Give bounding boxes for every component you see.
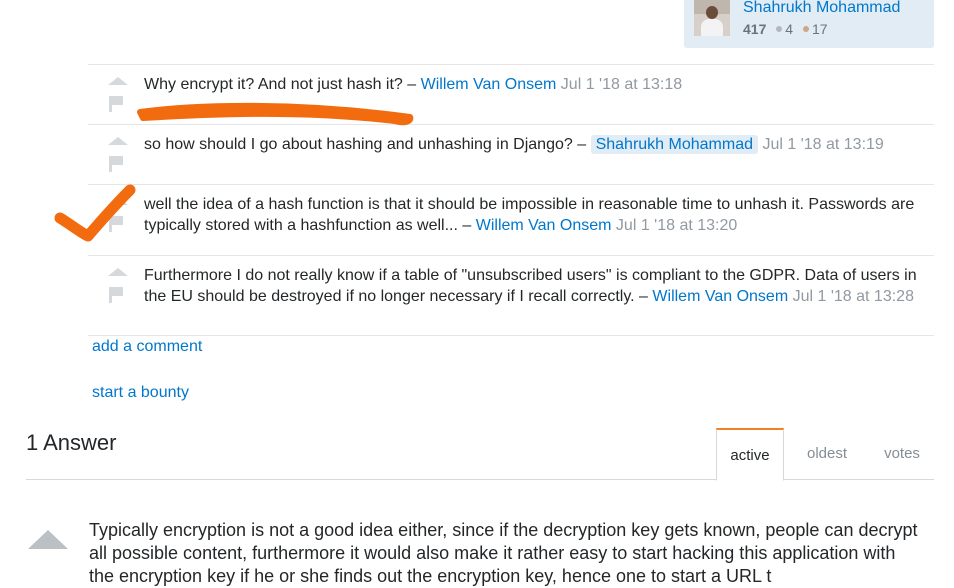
- comment-text: so how should I go about hashing and unh…: [144, 136, 587, 153]
- comment-actions: [108, 77, 132, 112]
- comment-author-link[interactable]: Willem Van Onsem: [476, 217, 612, 234]
- flag-icon[interactable]: [108, 96, 124, 112]
- answer-upvote-icon[interactable]: [28, 530, 68, 549]
- flag-icon[interactable]: [108, 216, 124, 232]
- comment-author-link[interactable]: Willem Van Onsem: [421, 76, 557, 93]
- divider: [26, 479, 934, 480]
- comment-timestamp[interactable]: Jul 1 '18 at 13:18: [561, 76, 682, 93]
- tab-votes[interactable]: votes: [874, 428, 930, 479]
- comment-text: Why encrypt it? And not just hash it? –: [144, 76, 417, 93]
- comment-upvote-icon[interactable]: [108, 268, 128, 276]
- comment: Why encrypt it? And not just hash it? – …: [88, 64, 934, 124]
- flag-icon[interactable]: [108, 156, 124, 172]
- comment-timestamp[interactable]: Jul 1 '18 at 13:20: [616, 217, 737, 234]
- comment-author-link-owner[interactable]: Shahrukh Mohammad: [590, 135, 758, 154]
- tab-active[interactable]: active: [716, 428, 784, 481]
- silver-badge-icon: [776, 26, 783, 33]
- question-owner-card: Shahrukh Mohammad 417 4 17: [684, 0, 934, 48]
- comment-timestamp[interactable]: Jul 1 '18 at 13:28: [793, 288, 914, 305]
- comment-upvote-icon[interactable]: [108, 137, 128, 145]
- answers-count-heading: 1 Answer: [26, 430, 117, 455]
- comment-body: Furthermore I do not really know if a ta…: [144, 256, 934, 317]
- comment-upvote-icon[interactable]: [108, 197, 128, 205]
- comment-body: Why encrypt it? And not just hash it? – …: [144, 65, 934, 105]
- reputation-score: 417: [743, 21, 767, 37]
- comment-body: so how should I go about hashing and unh…: [144, 125, 934, 165]
- comment: Furthermore I do not really know if a ta…: [88, 255, 934, 336]
- answer-body: Typically encryption is not a good idea …: [89, 520, 918, 586]
- comment: well the idea of a hash function is that…: [88, 184, 934, 255]
- add-comment-link[interactable]: add a comment: [92, 338, 202, 356]
- comment-timestamp[interactable]: Jul 1 '18 at 13:19: [762, 136, 883, 153]
- flag-icon[interactable]: [108, 287, 124, 303]
- user-avatar[interactable]: [694, 0, 730, 36]
- comment-actions: [108, 137, 132, 172]
- start-bounty-link[interactable]: start a bounty: [92, 384, 189, 402]
- comment-body: well the idea of a hash function is that…: [144, 185, 934, 246]
- comment-actions: [108, 197, 132, 232]
- comment-upvote-icon[interactable]: [108, 77, 128, 85]
- user-reputation: 417 4 17: [743, 21, 828, 37]
- answer-sort-tabs: active oldest votes: [716, 428, 934, 481]
- comments-list: Why encrypt it? And not just hash it? – …: [88, 64, 934, 336]
- comment-author-link[interactable]: Willem Van Onsem: [652, 288, 788, 305]
- owner-name-link[interactable]: Shahrukh Mohammad: [743, 0, 900, 17]
- tab-oldest[interactable]: oldest: [796, 428, 858, 479]
- comment: so how should I go about hashing and unh…: [88, 124, 934, 184]
- bronze-badge-count: 17: [811, 21, 828, 37]
- comment-actions: [108, 268, 132, 303]
- silver-badge-count: 4: [785, 21, 794, 37]
- bronze-badge-icon: [802, 26, 809, 33]
